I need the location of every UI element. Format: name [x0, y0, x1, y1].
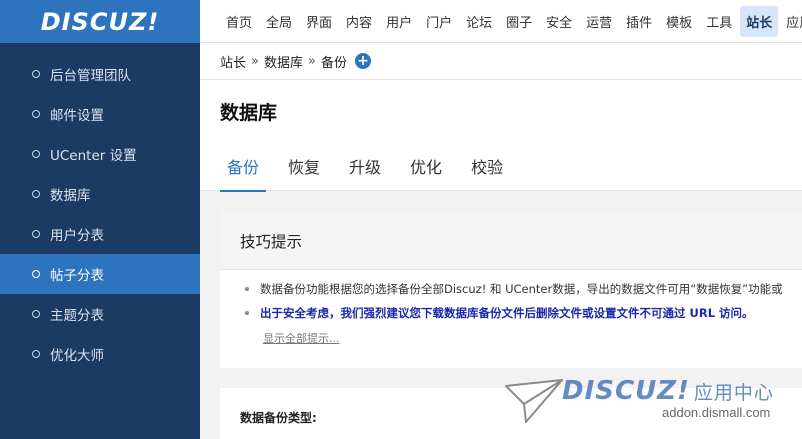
breadcrumb-item-current: 备份	[320, 55, 347, 71]
logo-text: DISCUZ!	[40, 7, 160, 36]
tab-verify[interactable]: 校验	[464, 144, 510, 192]
bullet-icon	[32, 110, 40, 118]
tip-item-warning: 出于安全考虑，我们强烈建议您下载数据库备份文件后删除文件或设置文件不可通过 UR…	[244, 304, 802, 328]
sidebar-item-mail-settings[interactable]: 邮件设置	[0, 94, 200, 134]
nav-templates[interactable]: 模板	[660, 6, 698, 37]
tips-title: 技巧提示	[220, 212, 802, 270]
sidebar-item-label: 邮件设置	[50, 108, 104, 124]
nav-global[interactable]: 全局	[260, 6, 298, 37]
sidebar-item-label: 优化大师	[50, 348, 104, 364]
tab-bar: 备份 恢复 升级 优化 校验	[220, 144, 525, 192]
sidebar-item-post-tables[interactable]: 帖子分表	[0, 254, 200, 294]
backup-type-label: 数据备份类型:	[240, 411, 317, 425]
plus-circle-icon[interactable]: +	[354, 53, 371, 69]
sidebar-item-label: UCenter 设置	[50, 148, 137, 164]
sidebar-item-label: 数据库	[50, 188, 91, 204]
nav-apps[interactable]: 应用	[780, 6, 802, 37]
breadcrumb-separator: »	[251, 53, 259, 69]
sidebar-item-label: 后台管理团队	[50, 68, 131, 84]
breadcrumb-item[interactable]: 站长	[220, 52, 246, 71]
sidebar-item-label: 帖子分表	[50, 268, 104, 284]
tab-optimize[interactable]: 优化	[403, 144, 449, 192]
page-header: 数据库 备份 恢复 升级 优化 校验	[200, 80, 802, 192]
nav-operations[interactable]: 运营	[580, 6, 618, 37]
nav-security[interactable]: 安全	[540, 6, 578, 37]
bullet-icon	[32, 230, 40, 238]
nav-content[interactable]: 内容	[340, 6, 378, 37]
nav-interface[interactable]: 界面	[300, 6, 338, 37]
breadcrumb-item[interactable]: 数据库	[264, 52, 303, 71]
nav-portal[interactable]: 门户	[420, 6, 458, 37]
tab-backup[interactable]: 备份	[220, 144, 267, 192]
tips-body: 数据备份功能根据您的选择备份全部Discuz! 和 UCenter数据，导出的数…	[220, 270, 802, 346]
bullet-icon	[32, 190, 40, 198]
nav-plugins[interactable]: 插件	[620, 6, 658, 37]
sidebar-item-admin-team[interactable]: 后台管理团队	[0, 54, 200, 94]
nav-forum[interactable]: 论坛	[460, 6, 498, 37]
sidebar-item-user-tables[interactable]: 用户分表	[0, 214, 200, 254]
bullet-icon	[32, 350, 40, 358]
tips-panel: 技巧提示 数据备份功能根据您的选择备份全部Discuz! 和 UCenter数据…	[220, 212, 802, 368]
sidebar-menu: 后台管理团队 邮件设置 UCenter 设置 数据库 用户分表 帖子分表 主题分…	[0, 54, 200, 374]
tip-item: 数据备份功能根据您的选择备份全部Discuz! 和 UCenter数据，导出的数…	[244, 280, 802, 304]
bullet-icon	[32, 150, 40, 158]
sidebar-item-label: 用户分表	[50, 228, 104, 244]
bullet-icon	[32, 270, 40, 278]
breadcrumb-separator: »	[308, 53, 316, 69]
nav-tools[interactable]: 工具	[700, 6, 738, 37]
show-all-tips-link[interactable]: 显示全部提示...	[263, 330, 340, 346]
nav-webmaster[interactable]: 站长	[740, 5, 779, 37]
nav-groups[interactable]: 圈子	[500, 6, 538, 37]
nav-home[interactable]: 首页	[220, 6, 258, 37]
sidebar: DISCUZ! 后台管理团队 邮件设置 UCenter 设置 数据库 用户分表 …	[0, 0, 200, 439]
tab-upgrade[interactable]: 升级	[342, 144, 388, 192]
bullet-icon	[32, 310, 40, 318]
tab-restore[interactable]: 恢复	[281, 144, 327, 192]
nav-users[interactable]: 用户	[380, 6, 418, 37]
sidebar-item-database[interactable]: 数据库	[0, 174, 200, 214]
sidebar-item-label: 主题分表	[50, 308, 104, 324]
backup-panel: 数据备份类型:	[220, 388, 802, 439]
sidebar-item-optimizer[interactable]: 优化大师	[0, 334, 200, 374]
logo[interactable]: DISCUZ!	[0, 0, 200, 43]
top-nav: 首页 全局 界面 内容 用户 门户 论坛 圈子 安全 运营 插件 模板 工具 站…	[200, 0, 802, 43]
page-title: 数据库	[220, 102, 278, 124]
sidebar-item-thread-tables[interactable]: 主题分表	[0, 294, 200, 334]
breadcrumb: 站长 » 数据库 » 备份 +	[200, 43, 802, 80]
bullet-icon	[32, 70, 40, 78]
sidebar-item-ucenter-settings[interactable]: UCenter 设置	[0, 134, 200, 174]
